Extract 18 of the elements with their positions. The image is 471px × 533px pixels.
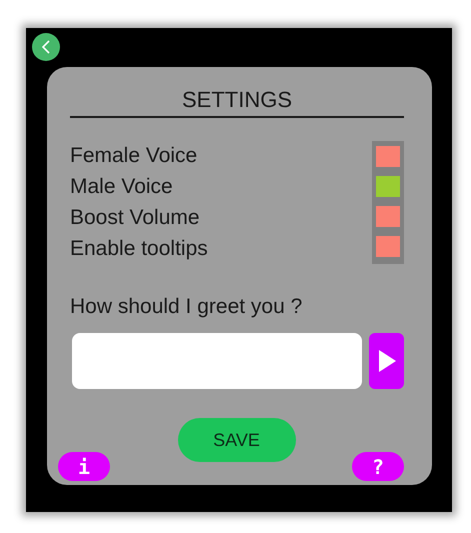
help-button[interactable]: ? [352,452,404,481]
toggle-checkbox[interactable] [376,236,400,257]
option-label: Female Voice [70,143,198,169]
save-button[interactable]: SAVE [178,418,296,462]
back-button[interactable] [32,33,60,61]
toggle-checkbox[interactable] [376,176,400,197]
toggle-checkbox[interactable] [376,206,400,227]
back-icon [42,40,50,54]
greeting-question: How should I greet you ? [70,295,304,319]
submit-button[interactable] [369,333,404,389]
play-icon [376,349,397,373]
info-button[interactable]: i [58,452,110,481]
option-label: Boost Volume [70,205,201,231]
toggle-checkbox[interactable] [376,146,400,167]
option-label: Male Voice [70,174,174,200]
settings-title: SETTINGS [70,87,404,118]
greeting-input[interactable] [72,333,362,389]
option-label: Enable tooltips [70,236,208,262]
